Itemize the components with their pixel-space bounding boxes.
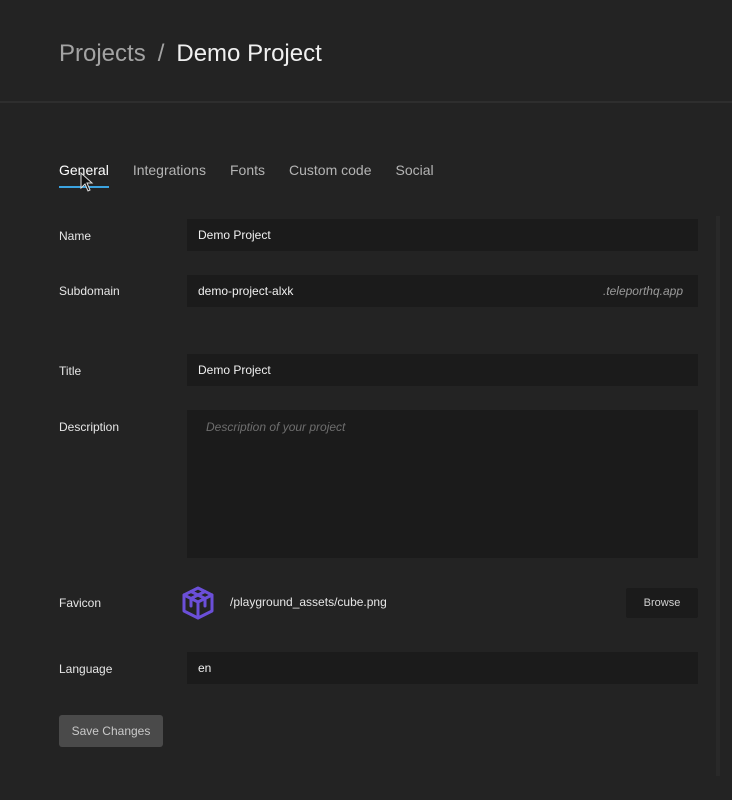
cube-icon — [182, 586, 214, 620]
description-label: Description — [59, 420, 120, 434]
project-settings-page: Projects / Demo Project General Integratio… — [0, 0, 732, 800]
title-label: Title — [59, 364, 82, 378]
breadcrumb: Projects / Demo Project — [59, 38, 322, 70]
mouse-cursor-icon — [80, 172, 94, 192]
favicon-path: /playground_assets/cube.png — [230, 595, 387, 609]
title-input[interactable]: Demo Project — [187, 354, 698, 386]
tab-fonts[interactable]: Fonts — [230, 160, 265, 188]
description-placeholder: Description of your project — [206, 420, 346, 434]
page-header: Projects / Demo Project — [0, 0, 732, 103]
save-changes-button[interactable]: Save Changes — [59, 715, 163, 747]
description-textarea[interactable]: Description of your project — [187, 410, 698, 558]
scrollbar-track[interactable] — [716, 216, 720, 776]
page-title: Demo Project — [176, 40, 322, 67]
name-value: Demo Project — [198, 228, 271, 242]
settings-tabs: General Integrations Fonts Custom code S… — [59, 160, 434, 188]
favicon-label: Favicon — [59, 596, 102, 610]
language-input[interactable]: en — [187, 652, 698, 684]
title-value: Demo Project — [198, 363, 271, 377]
language-value: en — [198, 661, 212, 675]
subdomain-suffix: .teleporthq.app — [602, 284, 683, 298]
browse-button[interactable]: Browse — [626, 588, 698, 618]
tab-social[interactable]: Social — [395, 160, 433, 188]
language-label: Language — [59, 662, 113, 676]
subdomain-input[interactable]: demo-project-alxk .teleporthq.app — [187, 275, 698, 307]
name-label: Name — [59, 229, 92, 243]
subdomain-label: Subdomain — [59, 284, 120, 298]
tab-custom-code[interactable]: Custom code — [289, 160, 371, 188]
breadcrumb-projects-link[interactable]: Projects — [59, 40, 146, 67]
subdomain-value: demo-project-alxk — [198, 284, 294, 298]
tab-integrations[interactable]: Integrations — [133, 160, 206, 188]
breadcrumb-separator: / — [157, 40, 165, 67]
name-input[interactable]: Demo Project — [187, 219, 698, 251]
